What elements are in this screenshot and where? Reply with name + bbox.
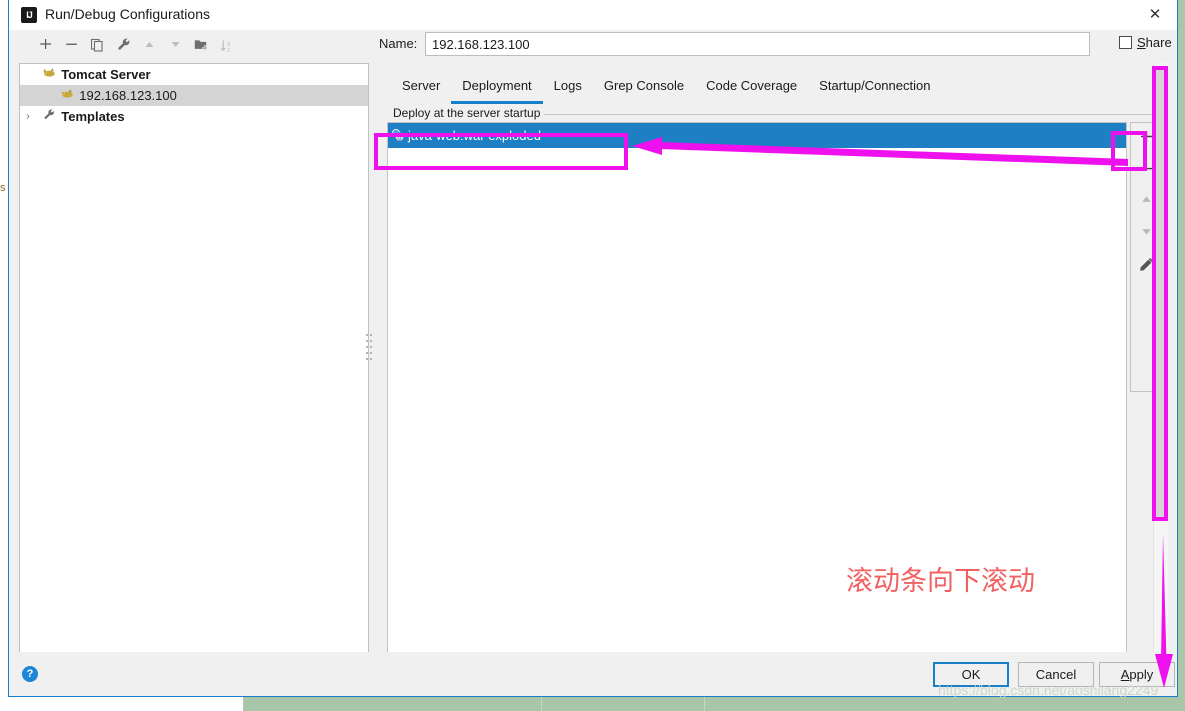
tab-deployment[interactable]: Deployment: [451, 72, 542, 104]
tab-grep-console[interactable]: Grep Console: [593, 72, 695, 104]
chevron-down-icon[interactable]: ⱟ: [20, 64, 36, 85]
configurations-left-pane: a z ⱟ Tomcat Server 192.168.123.100 › Te…: [19, 32, 369, 664]
name-row: Name: Share: [379, 32, 1169, 58]
configurations-tree[interactable]: ⱟ Tomcat Server 192.168.123.100 › Templa…: [19, 63, 369, 663]
svg-text:z: z: [227, 47, 230, 53]
new-folder-button[interactable]: [189, 32, 213, 58]
tree-node-label: 192.168.123.100: [79, 88, 177, 103]
tree-node-label: Tomcat Server: [61, 67, 150, 82]
close-icon[interactable]: ✕: [1133, 0, 1177, 29]
background-divider-1: [243, 697, 244, 711]
cancel-button[interactable]: Cancel: [1018, 662, 1094, 687]
list-item[interactable]: java-web:war exploded: [388, 123, 1127, 148]
run-debug-configurations-dialog: IJ Run/Debug Configurations ✕ a z ⱟ Tomc…: [8, 0, 1178, 697]
apply-button[interactable]: Apply: [1099, 662, 1175, 687]
background-divider-2: [541, 697, 542, 711]
tomcat-icon: [58, 85, 76, 106]
name-input[interactable]: [425, 32, 1090, 56]
background-divider-3: [704, 697, 705, 711]
deployment-artifact-list[interactable]: java-web:war exploded: [387, 122, 1127, 659]
share-rest: hare: [1146, 35, 1172, 50]
remove-configuration-button[interactable]: [59, 32, 83, 58]
share-label: Share: [1137, 35, 1172, 50]
intellij-idea-icon: IJ: [21, 7, 37, 23]
wrench-icon[interactable]: [111, 32, 135, 58]
tree-node-templates[interactable]: › Templates: [20, 106, 368, 127]
tab-server[interactable]: Server: [391, 72, 451, 104]
ok-button[interactable]: OK: [933, 662, 1009, 687]
move-down-button[interactable]: [163, 32, 187, 58]
checkbox-box-icon[interactable]: [1119, 36, 1132, 49]
list-item-label: java-web:war exploded: [408, 128, 541, 143]
dialog-title-bar: IJ Run/Debug Configurations ✕: [9, 0, 1177, 30]
share-mnemonic: S: [1137, 35, 1146, 50]
configuration-editor-pane: Name: Share ServerDeploymentLogsGrep Con…: [379, 32, 1169, 664]
wrench-icon: [40, 106, 58, 127]
tomcat-icon: [40, 64, 58, 85]
pane-splitter-handle[interactable]: [365, 330, 373, 370]
tab-code-coverage[interactable]: Code Coverage: [695, 72, 808, 104]
add-configuration-button[interactable]: [33, 32, 57, 58]
tree-node-label: Templates: [61, 109, 124, 124]
chevron-right-icon[interactable]: ›: [20, 106, 36, 127]
dialog-title: Run/Debug Configurations: [45, 6, 210, 22]
name-label: Name:: [379, 36, 417, 51]
deploy-group-label: Deploy at the server startup: [389, 106, 544, 120]
configurations-toolbar: a z: [19, 32, 369, 58]
copy-configuration-button[interactable]: [85, 32, 109, 58]
share-checkbox[interactable]: Share: [1119, 35, 1172, 50]
apply-rest: pply: [1129, 667, 1153, 682]
background-edge-text: s: [0, 182, 5, 194]
configuration-tabs: Server Deployment Logs Grep Console Code Cov…: [391, 72, 941, 104]
move-up-button[interactable]: [137, 32, 161, 58]
tree-node-192-168-123-100[interactable]: 192.168.123.100: [20, 85, 368, 106]
tree-node-tomcat-server[interactable]: ⱟ Tomcat Server: [20, 64, 368, 85]
sort-configurations-button[interactable]: a z: [215, 32, 239, 58]
tab-logs[interactable]: Logs: [543, 72, 593, 104]
group-separator: [534, 114, 1162, 115]
content-scrollbar-thumb[interactable]: [1155, 68, 1167, 518]
artifact-icon: [388, 123, 408, 148]
help-icon[interactable]: ?: [22, 666, 38, 682]
dialog-footer: ? OK Cancel Apply: [9, 652, 1177, 696]
tab-startup-connection[interactable]: Startup/Connection: [808, 72, 941, 104]
deploy-at-startup-group: Deploy at the server startup java-web:wa…: [384, 106, 1162, 664]
